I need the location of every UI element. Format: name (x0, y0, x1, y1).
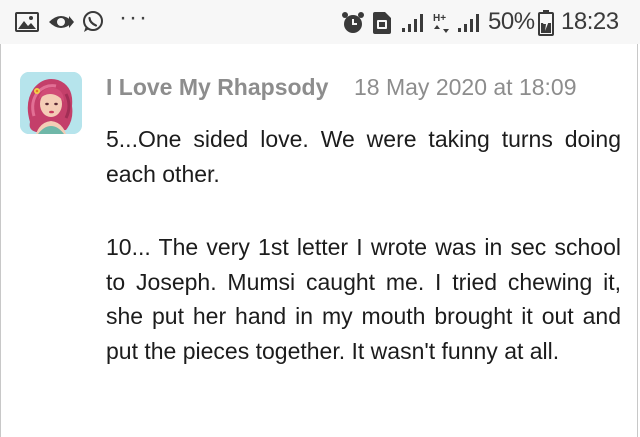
whatsapp-icon (83, 11, 103, 32)
comment-timestamp: 18 May 2020 at 18:09 (354, 74, 577, 100)
signal-strength-icon-2 (458, 14, 479, 32)
network-type-icon: H+ (433, 13, 449, 33)
gallery-icon (15, 12, 39, 32)
cast-icon (49, 16, 74, 28)
svg-text:H+: H+ (433, 13, 446, 24)
status-bar: ··· H+ 50% 18:23 (0, 0, 640, 44)
comment-paragraph: 10... The very 1st letter I wrote was in… (106, 234, 621, 364)
battery-percentage: 50% (488, 8, 535, 35)
avatar[interactable] (20, 72, 82, 134)
sim-card-icon (373, 12, 391, 34)
signal-strength-icon (402, 14, 423, 32)
comment-author[interactable]: I Love My Rhapsody (106, 74, 328, 101)
battery-icon (538, 10, 554, 36)
avatar-illustration (20, 72, 82, 134)
card-right-border (637, 44, 638, 437)
card-left-border (0, 44, 1, 437)
alarm-icon (342, 12, 364, 33)
comment-paragraph: 5...One sided love. We were taking turns… (106, 126, 621, 187)
clock-time: 18:23 (561, 8, 619, 35)
more-notifications-indicator: ··· (119, 4, 149, 31)
